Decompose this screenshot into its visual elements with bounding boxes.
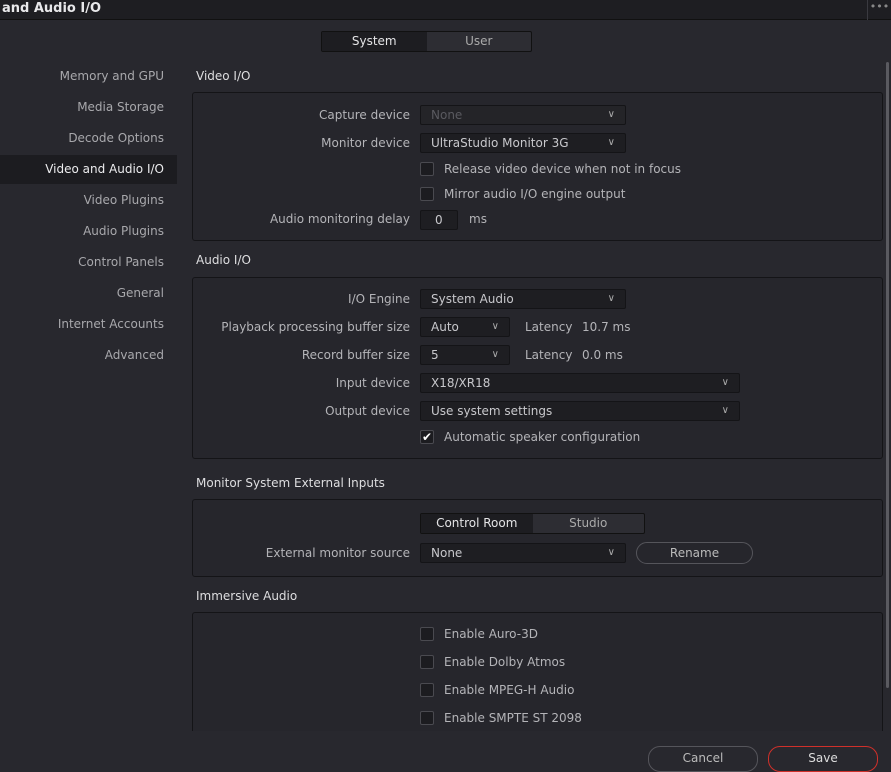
record-latency-value: 0.0 ms [582,348,623,362]
sidebar-item-audio-plugins[interactable]: Audio Plugins [83,224,164,238]
playback-buffer-label: Playback processing buffer size [221,320,410,334]
io-engine-value: System Audio [431,292,514,306]
auto-speaker-checkbox[interactable]: ✔ [420,430,434,444]
monitor-ext-panel [192,499,883,577]
auto-speaker-label: Automatic speaker configuration [444,430,641,444]
sidebar-item-video-audio-io[interactable]: Video and Audio I/O [45,162,164,176]
tab-user[interactable]: User [427,32,532,51]
ellipsis-icon[interactable]: ••• [867,0,891,20]
cancel-button[interactable]: Cancel [648,746,758,772]
window-title: and Audio I/O [2,1,102,16]
smpte-label: Enable SMPTE ST 2098 [444,711,582,725]
ext-monitor-source-label: External monitor source [265,546,410,560]
record-buffer-dropdown[interactable]: 5 ∨ [420,345,510,365]
tab-studio[interactable]: Studio [533,514,645,533]
smpte-checkbox[interactable] [420,711,434,725]
chevron-down-icon: ∨ [607,547,615,558]
chevron-down-icon: ∨ [491,321,499,332]
scrollbar[interactable] [886,62,889,688]
audio-delay-label: Audio monitoring delay [269,212,410,226]
sidebar-item-video-plugins[interactable]: Video Plugins [84,193,164,207]
playback-latency-label: Latency [525,320,573,334]
chevron-down-icon: ∨ [607,293,615,304]
capture-device-value: None [431,108,463,122]
auro3d-label: Enable Auro-3D [444,627,538,641]
chevron-down-icon: ∨ [607,137,615,148]
monitor-device-dropdown[interactable]: UltraStudio Monitor 3G ∨ [420,133,626,153]
output-device-dropdown[interactable]: Use system settings ∨ [420,401,740,421]
playback-buffer-value: Auto [431,320,459,334]
tab-bar: System User [321,31,532,52]
mpegh-checkbox[interactable] [420,683,434,697]
sidebar-item-decode-options[interactable]: Decode Options [68,131,164,145]
rename-button[interactable]: Rename [636,542,753,564]
sidebar-item-general[interactable]: General [117,286,164,300]
dolby-atmos-label: Enable Dolby Atmos [444,655,566,669]
mirror-audio-checkbox[interactable] [420,187,434,201]
release-video-label: Release video device when not in focus [444,162,681,176]
dolby-atmos-checkbox[interactable] [420,655,434,669]
record-latency-label: Latency [525,348,573,362]
capture-device-label: Capture device [319,108,410,122]
video-io-heading: Video I/O [196,69,251,83]
tab-control-room[interactable]: Control Room [421,514,533,533]
audio-io-heading: Audio I/O [196,253,251,267]
immersive-heading: Immersive Audio [196,589,298,603]
playback-latency-value: 10.7 ms [582,320,631,334]
checkmark-icon: ✔ [421,430,433,444]
playback-buffer-dropdown[interactable]: Auto ∨ [420,317,510,337]
chevron-down-icon: ∨ [721,377,729,388]
audio-delay-input[interactable]: 0 [420,210,458,230]
input-device-dropdown[interactable]: X18/XR18 ∨ [420,373,740,393]
capture-device-dropdown[interactable]: None ∨ [420,105,626,125]
output-device-value: Use system settings [431,404,553,418]
output-device-label: Output device [325,404,410,418]
sidebar-item-advanced[interactable]: Advanced [105,348,164,362]
io-engine-label: I/O Engine [348,292,410,306]
sidebar-item-media-storage[interactable]: Media Storage [77,100,164,114]
record-buffer-value: 5 [431,348,439,362]
ext-monitor-source-dropdown[interactable]: None ∨ [420,543,626,563]
sidebar-item-control-panels[interactable]: Control Panels [78,255,164,269]
chevron-down-icon: ∨ [491,349,499,360]
monitor-ext-heading: Monitor System External Inputs [196,476,385,490]
ext-monitor-source-value: None [431,546,463,560]
save-button[interactable]: Save [768,746,878,772]
input-device-label: Input device [335,376,410,390]
mpegh-label: Enable MPEG-H Audio [444,683,575,697]
io-engine-dropdown[interactable]: System Audio ∨ [420,289,626,309]
monitor-tab-bar: Control Room Studio [420,513,645,534]
chevron-down-icon: ∨ [721,405,729,416]
tab-system[interactable]: System [322,32,427,51]
monitor-device-value: UltraStudio Monitor 3G [431,136,569,150]
audio-delay-unit: ms [469,212,487,226]
auro3d-checkbox[interactable] [420,627,434,641]
record-buffer-label: Record buffer size [301,348,410,362]
monitor-device-label: Monitor device [321,136,410,150]
release-video-checkbox[interactable] [420,162,434,176]
chevron-down-icon: ∨ [607,109,615,120]
sidebar-item-memory-gpu[interactable]: Memory and GPU [60,69,164,83]
input-device-value: X18/XR18 [431,376,491,390]
sidebar-item-internet-accounts[interactable]: Internet Accounts [58,317,164,331]
title-bar [0,0,891,20]
mirror-audio-label: Mirror audio I/O engine output [444,187,626,201]
